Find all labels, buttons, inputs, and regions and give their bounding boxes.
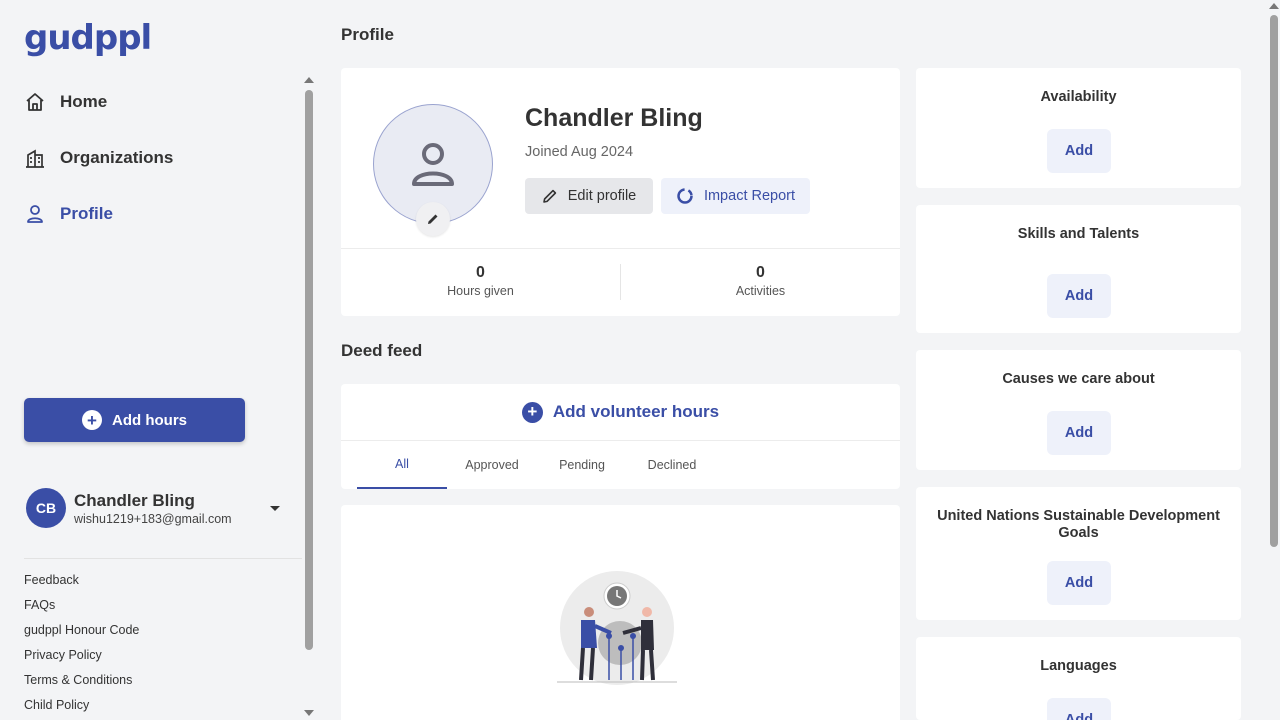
nav-home[interactable]: Home (24, 91, 107, 113)
add-sdg-button[interactable]: Add (1047, 561, 1111, 605)
card-title: Availability (1040, 89, 1117, 105)
home-icon (24, 91, 46, 113)
edit-profile-label: Edit profile (567, 188, 637, 204)
user-menu[interactable]: CB Chandler Bling wishu1219+183@gmail.co… (26, 488, 286, 528)
add-causes-button[interactable]: Add (1047, 411, 1111, 455)
plus-icon: + (82, 410, 102, 430)
tab-pending[interactable]: Pending (537, 441, 627, 489)
pencil-icon (428, 214, 438, 224)
tab-approved[interactable]: Approved (447, 441, 537, 489)
stat-activities: 0 Activities (621, 264, 900, 298)
user-name: Chandler Bling (74, 490, 195, 510)
stat-label: Activities (735, 284, 786, 298)
scroll-up-arrow[interactable] (304, 77, 314, 83)
sidebar-scrollbar[interactable] (303, 75, 315, 720)
scrollbar-thumb[interactable] (305, 90, 313, 650)
profile-card: Chandler Bling Joined Aug 2024 Edit prof… (341, 68, 900, 316)
skills-card: Skills and Talents Add (916, 205, 1241, 333)
person-icon (24, 203, 46, 225)
page-title: Profile (341, 25, 394, 44)
stat-value: 0 (756, 264, 765, 281)
profile-name: Chandler Bling (525, 104, 703, 132)
add-availability-button[interactable]: Add (1047, 129, 1111, 173)
card-title: United Nations Sustainable Development G… (937, 508, 1220, 541)
card-title: Skills and Talents (1017, 226, 1140, 242)
stat-label: Hours given (447, 284, 514, 298)
feed-empty-state (341, 505, 900, 720)
add-languages-button[interactable]: Add (1047, 698, 1111, 720)
sidebar: gudppl Home Organizations Profile + Add … (0, 0, 302, 720)
scroll-up-arrow[interactable] (1269, 3, 1279, 9)
footer-links: Feedback FAQs gudppl Honour Code Privacy… (24, 573, 139, 720)
edit-avatar-button[interactable] (416, 202, 450, 236)
add-hours-button[interactable]: + Add hours (24, 398, 245, 442)
avatar: CB (26, 488, 66, 528)
sdg-card: United Nations Sustainable Development G… (916, 487, 1241, 620)
nav-organizations[interactable]: Organizations (24, 147, 173, 169)
nav-profile[interactable]: Profile (24, 203, 113, 225)
footer-link-terms[interactable]: Terms & Conditions (24, 673, 139, 698)
gudppl-logo[interactable]: gudppl (24, 18, 152, 58)
nav-home-label: Home (60, 92, 108, 111)
impact-report-button[interactable]: Impact Report (661, 178, 810, 214)
nav-profile-label: Profile (60, 204, 113, 223)
person-icon (412, 143, 454, 186)
deed-feed-card: + Add volunteer hours All Approved Pendi… (341, 384, 900, 489)
footer-link-child-policy[interactable]: Child Policy (24, 698, 139, 720)
volunteer-illustration (557, 571, 677, 685)
availability-card: Availability Add (916, 68, 1241, 188)
scrollbar-thumb[interactable] (1270, 15, 1278, 547)
profile-joined: Joined Aug 2024 (525, 144, 634, 160)
footer-link-faqs[interactable]: FAQs (24, 598, 139, 623)
deed-feed-title: Deed feed (341, 341, 423, 360)
donut-chart-icon (677, 188, 693, 204)
add-volunteer-hours-label: Add volunteer hours (552, 402, 720, 421)
plus-icon: + (521, 401, 543, 423)
add-skills-button[interactable]: Add (1047, 274, 1111, 318)
scroll-down-arrow[interactable] (304, 710, 314, 716)
stat-value: 0 (476, 264, 485, 281)
footer-link-honour-code[interactable]: gudppl Honour Code (24, 623, 139, 648)
main-scrollbar[interactable] (1268, 0, 1280, 720)
divider (24, 558, 302, 559)
nav-organizations-label: Organizations (60, 148, 174, 167)
card-title: Languages (1040, 658, 1117, 674)
causes-card: Causes we care about Add (916, 350, 1241, 470)
languages-card: Languages Add (916, 637, 1241, 720)
pencil-icon (542, 189, 556, 203)
card-title: Causes we care about (1002, 371, 1155, 387)
user-email: wishu1219+183@gmail.com (74, 511, 232, 526)
edit-profile-button[interactable]: Edit profile (525, 178, 653, 214)
stat-hours-given: 0 Hours given (341, 264, 620, 298)
divider (341, 248, 900, 249)
caret-down-icon[interactable] (270, 506, 280, 511)
add-hours-label: Add hours (112, 411, 187, 429)
add-volunteer-hours-button[interactable]: + Add volunteer hours (341, 384, 900, 440)
footer-link-feedback[interactable]: Feedback (24, 573, 139, 598)
building-icon (24, 147, 46, 169)
footer-link-privacy[interactable]: Privacy Policy (24, 648, 139, 673)
tab-declined[interactable]: Declined (627, 441, 717, 489)
impact-report-label: Impact Report (703, 188, 796, 204)
tab-all[interactable]: All (357, 441, 447, 489)
